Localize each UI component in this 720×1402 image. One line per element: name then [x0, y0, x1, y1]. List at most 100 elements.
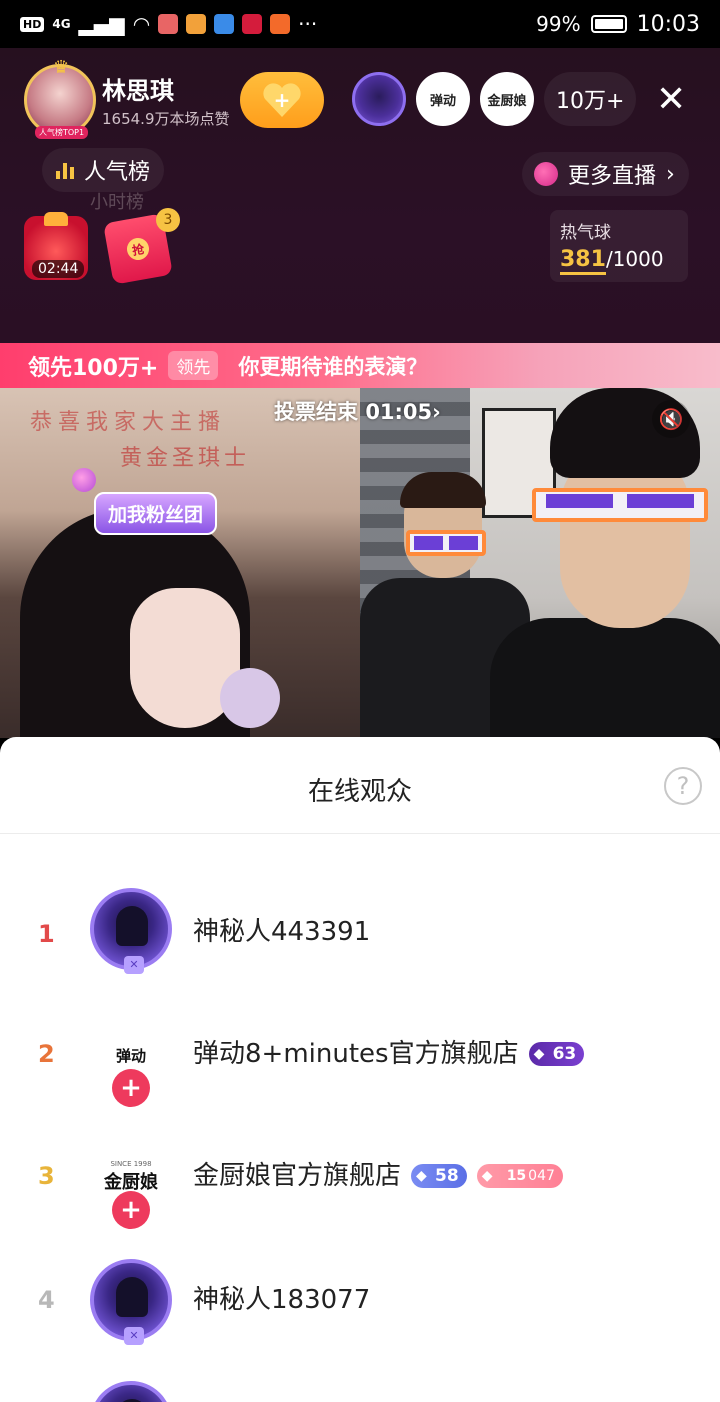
live-video[interactable]: 恭喜我家大主播 黄金圣琪士 加我粉丝团	[0, 388, 720, 738]
live-header: ♛ 人气榜TOP1 林思琪 1654.9万本场点赞 + 弹动 金厨娘 10万+ …	[0, 48, 720, 343]
more-live-label: 更多直播	[568, 164, 657, 189]
follow-plus: +	[273, 88, 291, 112]
rank-label: 人气榜	[84, 160, 151, 185]
chevron-right-icon: ›	[432, 400, 441, 424]
host-rank-tag: 人气榜TOP1	[35, 126, 89, 139]
disco-ball-icon	[72, 468, 96, 492]
panel-title: 在线观众	[307, 777, 412, 807]
audience-avatar[interactable]	[90, 888, 172, 974]
audience-row[interactable]: 2 弹动 + 弹动8+minutes官方旗舰店 63	[0, 1014, 720, 1149]
network-label: 4G	[52, 17, 71, 31]
audience-name-text: 金厨娘官方旗舰店	[193, 1161, 402, 1191]
mail-app-icon	[158, 14, 179, 34]
chevron-right-icon: ›	[666, 161, 675, 187]
vote-time: 01:05	[365, 400, 433, 424]
red-packet-char: 抢	[125, 236, 151, 262]
battery-percent: 99%	[536, 12, 581, 36]
follow-button[interactable]: +	[240, 72, 324, 128]
heart-plus-icon: +	[262, 83, 302, 117]
hot-balloon-max: /1000	[605, 247, 664, 271]
pixel-glasses-icon	[532, 488, 708, 522]
hot-balloon-value: 381/1000	[560, 247, 678, 275]
top-viewers: 弹动 金厨娘 10万+	[352, 72, 637, 126]
clock: 10:03	[636, 11, 700, 37]
pk-lead: 领先100万+	[28, 355, 159, 381]
host-likes: 1654.9万本场点赞	[102, 110, 230, 128]
pk-question: 你更期待谁的表演？	[238, 354, 428, 379]
hd-badge: HD	[20, 16, 45, 32]
audience-name: 金厨娘官方旗舰店 58 15047	[193, 1161, 563, 1191]
audience-name: 神秘人183077	[193, 1285, 370, 1315]
rank-number: 2	[38, 1040, 55, 1068]
wall-banner-text: 恭喜我家大主播	[30, 410, 227, 435]
audience-name-text: 神秘人183077	[193, 1285, 371, 1315]
join-fan-club-button[interactable]: 加我粉丝团	[94, 492, 218, 535]
follow-plus-button[interactable]: +	[112, 1069, 150, 1107]
host-card[interactable]: ♛ 人气榜TOP1 林思琪 1654.9万本场点赞	[24, 57, 230, 139]
more-live-button[interactable]: 更多直播 ›	[522, 152, 689, 196]
online-audience-panel: 在线观众 ? 1 神秘人443391 2 弹动 + 弹动8+minutes官方旗…	[0, 737, 720, 1402]
crown-icon: ♛	[53, 57, 70, 78]
viewer-avatar-mystery[interactable]	[352, 72, 406, 126]
brand-since: SINCE 1998	[110, 1160, 152, 1168]
shop-app-icon	[242, 14, 263, 34]
audience-row[interactable]: 3 SINCE 1998 金厨娘 + 金厨娘官方旗舰店 58 15047	[0, 1136, 720, 1271]
signal-icon: ▂▄▆	[78, 12, 125, 36]
mystery-face-icon	[116, 1277, 148, 1317]
audience-name-text: 神秘人443391	[193, 917, 371, 947]
viewer-avatar-tandong[interactable]: 弹动	[416, 72, 470, 126]
lucky-bag-timer: 02:44	[32, 260, 85, 278]
rank-number: 3	[38, 1162, 55, 1190]
wealth-level-badge: 58	[411, 1161, 467, 1191]
rank-number: 4	[38, 1286, 55, 1314]
audience-row[interactable]: 1 神秘人443391	[0, 888, 720, 1023]
red-packet-count: 3	[156, 208, 180, 232]
audience-row[interactable]: 4 神秘人183077	[0, 1259, 720, 1395]
status-bar: HD 4G ▂▄▆ ◠ ··· 99% 10:03	[0, 0, 720, 48]
audience-name: 弹动8+minutes官方旗舰店 63	[193, 1039, 585, 1069]
wealth-level-badge: 63	[528, 1039, 585, 1069]
more-notifications-icon: ···	[298, 12, 318, 36]
rank-number: 1	[38, 920, 55, 948]
guest2-body	[490, 618, 720, 738]
help-icon[interactable]: ?	[664, 767, 702, 805]
host-avatar[interactable]: ♛ 人气榜TOP1	[24, 57, 96, 139]
mystery-face-icon	[116, 906, 148, 946]
wifi-icon: ◠	[132, 12, 151, 36]
pk-banner[interactable]: 领先100万+ 领先 你更期待谁的表演？	[0, 343, 720, 388]
game-app-icon	[270, 14, 291, 34]
mute-icon[interactable]: 🔇	[652, 400, 690, 438]
plush-toy	[220, 668, 280, 728]
hot-balloon-box[interactable]: 热气球 381/1000	[550, 210, 688, 282]
video-right-guest	[360, 388, 720, 738]
balloon-icon	[534, 162, 558, 186]
fan-club-extra: 047	[528, 1168, 555, 1184]
host-info: 林思琪 1654.9万本场点赞	[102, 71, 230, 129]
fan-club-level: 15	[506, 1168, 527, 1184]
pk-lead-tag: 领先	[168, 351, 219, 380]
audience-avatar[interactable]	[90, 1259, 172, 1345]
hot-balloon-label: 热气球	[560, 223, 611, 243]
rank-bars-icon	[56, 161, 74, 179]
status-left: HD 4G ▂▄▆ ◠ ···	[20, 12, 317, 36]
host-name: 林思琪	[102, 77, 174, 105]
weibo-app-icon	[186, 14, 207, 34]
popularity-rank-button[interactable]: 人气榜	[42, 148, 165, 192]
vote-label: 投票结束	[274, 400, 358, 424]
browser-app-icon	[214, 14, 235, 34]
vote-timer[interactable]: 投票结束 01:05›	[274, 396, 441, 426]
audience-name-text: 弹动8+minutes官方旗舰店	[193, 1039, 519, 1069]
panel-divider	[0, 833, 720, 834]
viewer-count[interactable]: 10万+	[544, 72, 637, 126]
close-icon[interactable]: ✕	[656, 80, 686, 120]
fan-club-badge: 15047	[476, 1161, 563, 1191]
wall-banner-text2: 黄金圣琪士	[120, 446, 251, 471]
hot-balloon-current: 381	[560, 247, 606, 275]
viewer-avatar-jinchuniang[interactable]: 金厨娘	[480, 72, 534, 126]
status-right: 99% 10:03	[536, 12, 700, 37]
follow-plus-button[interactable]: +	[112, 1191, 150, 1229]
battery-icon	[590, 15, 627, 33]
pixel-glasses-icon	[406, 530, 486, 556]
audience-name: 神秘人443391	[193, 917, 370, 947]
video-left-host: 恭喜我家大主播 黄金圣琪士 加我粉丝团	[0, 388, 360, 738]
